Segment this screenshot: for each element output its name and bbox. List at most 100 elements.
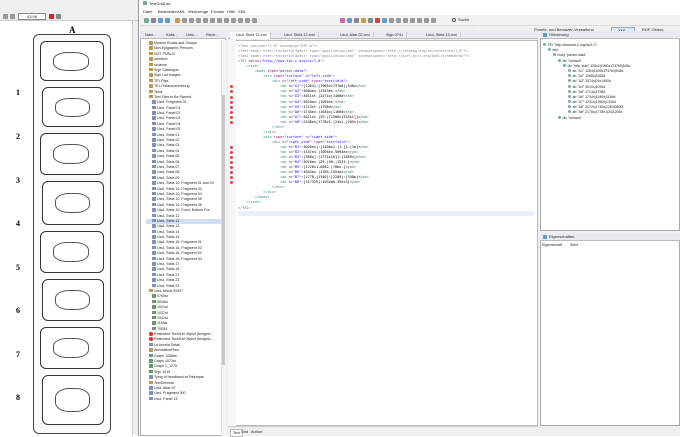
image-icon — [149, 369, 153, 374]
filter-icon[interactable] — [403, 18, 408, 23]
image-scrollbar[interactable] — [132, 21, 138, 435]
navigator-item-label: TestSeminar — [154, 380, 174, 385]
menu-item[interactable]: XML — [177, 8, 185, 15]
validate-icon[interactable] — [175, 18, 180, 23]
code-token: <div — [263, 134, 274, 139]
code-token: "A1" — [292, 84, 302, 89]
back-icon[interactable] — [158, 18, 163, 23]
row-number: 5 — [16, 263, 20, 272]
navigator-item-label: Uxul, Stela 10, Fragment 05 — [157, 197, 202, 202]
navigator-tab[interactable]: Kata... — [166, 32, 178, 38]
link-icon[interactable] — [340, 18, 345, 23]
file-icon — [152, 278, 156, 282]
navigator-tab[interactable]: Rech... — [206, 32, 219, 38]
editor-mode-tab[interactable]: Author — [249, 429, 264, 435]
attribute-icon[interactable] — [224, 18, 229, 23]
image-icon — [152, 326, 156, 331]
editor-tab[interactable]: Uxul, Stela 12.xml — [278, 32, 319, 39]
sync-icon[interactable] — [396, 18, 401, 23]
code-token: <TEI — [238, 59, 249, 64]
code-token: > — [347, 139, 350, 144]
file-icon — [152, 197, 156, 201]
error-marker-icon[interactable] — [230, 95, 233, 99]
glyph-block — [42, 375, 104, 425]
file-icon — [152, 127, 156, 131]
zoom-out-icon[interactable] — [3, 14, 8, 19]
menu-item[interactable]: Datei — [143, 8, 152, 15]
tag-icon[interactable] — [217, 18, 222, 23]
save-icon[interactable] — [151, 18, 156, 23]
transform-icon[interactable] — [245, 18, 250, 23]
file-icon — [152, 240, 156, 244]
code-token: <ab — [280, 84, 289, 89]
search-label[interactable]: Suche — [458, 16, 469, 24]
tools-icon[interactable] — [368, 18, 373, 23]
menu-item[interactable]: Fenster — [211, 8, 225, 15]
row-number: 1 — [16, 88, 20, 97]
zoom-in-icon[interactable] — [10, 14, 15, 19]
navigator-tab[interactable]: Navi... — [145, 32, 156, 38]
comment-icon[interactable] — [189, 18, 194, 23]
outline-item[interactable]: div "surface" — [543, 115, 678, 121]
file-icon — [152, 213, 156, 217]
menu-item[interactable]: Hilfe — [227, 8, 235, 15]
editor-tab[interactable]: Uxul, Altar 02.xml — [334, 32, 374, 39]
error-marker-icon[interactable] — [230, 146, 233, 149]
image-viewer-toolbar: 43.96 — [0, 0, 138, 21]
menu-item[interactable]: Bearbeiten — [158, 8, 177, 15]
error-marker-icon[interactable] — [230, 105, 233, 109]
error-marker-icon[interactable] — [230, 115, 233, 119]
settings-icon[interactable] — [389, 18, 394, 23]
indent-icon[interactable] — [196, 18, 201, 23]
folder-icon — [149, 89, 153, 94]
code-line — [238, 210, 534, 216]
pdf-icon[interactable] — [49, 14, 54, 19]
menu-item[interactable]: Werkzeuge — [188, 8, 208, 15]
forward-icon[interactable] — [165, 18, 170, 23]
file-icon — [149, 391, 153, 395]
wrap-icon[interactable] — [210, 18, 215, 23]
element-icon — [568, 74, 571, 78]
format-icon[interactable] — [182, 18, 187, 23]
error-marker-icon[interactable] — [230, 120, 233, 124]
image-icon — [152, 294, 156, 298]
new-icon[interactable] — [144, 18, 149, 23]
outline-item-label: ab "A1" 1264|1905x1737b0|548x — [572, 68, 624, 73]
code-token: <?xml-model href="textgrid:3g5vr" type="… — [238, 54, 470, 59]
navigator-item-label: Non-Epigraphic Persons — [154, 46, 193, 51]
editor-tab[interactable]: Sign 0741 — [380, 32, 408, 39]
code-token: "B8" — [292, 180, 302, 185]
refresh-icon[interactable] — [382, 18, 387, 23]
navigator-item-label: Restricted TextGrid Object (textgrid:... — [154, 332, 214, 337]
navigator-item-label: Uxul, Panel 02 — [157, 111, 181, 116]
error-marker-icon[interactable] — [230, 110, 233, 114]
folder-icon — [149, 73, 153, 77]
outdent-icon[interactable] — [203, 18, 208, 23]
bookmark-icon[interactable] — [361, 18, 366, 23]
editor-tab[interactable]: Uxul, Stela 13.xml — [420, 32, 461, 39]
xml-source[interactable]: <?xml version="1.0" encoding="UTF-8"?> <?… — [238, 44, 534, 216]
menu-item[interactable]: XML — [238, 8, 246, 15]
stop-icon[interactable] — [375, 18, 380, 23]
link-editor-icon[interactable] — [417, 18, 422, 23]
preview-icon[interactable] — [252, 18, 257, 23]
error-marker-icon[interactable] — [230, 100, 233, 104]
navigator-item[interactable]: Uxul, Panel 13 — [146, 396, 222, 402]
xpath-icon[interactable] — [231, 18, 236, 23]
zoom-input[interactable]: 43.96 — [18, 13, 46, 20]
code-token: <ab — [280, 99, 289, 104]
run-icon[interactable] — [347, 18, 352, 23]
maximize-icon[interactable] — [431, 18, 436, 23]
file-icon — [152, 186, 156, 191]
fit-icon[interactable] — [56, 14, 61, 19]
layout-icon[interactable] — [424, 18, 429, 23]
search-tool-icon[interactable] — [354, 18, 359, 23]
schema-icon[interactable] — [238, 18, 243, 23]
navigator-scroll-thumb[interactable] — [222, 95, 225, 365]
navigator-tab[interactable]: Unic... — [186, 32, 197, 38]
editor-tab[interactable]: Uxul, Stela 12.xml — [230, 32, 271, 39]
image-icon[interactable] — [410, 18, 415, 23]
